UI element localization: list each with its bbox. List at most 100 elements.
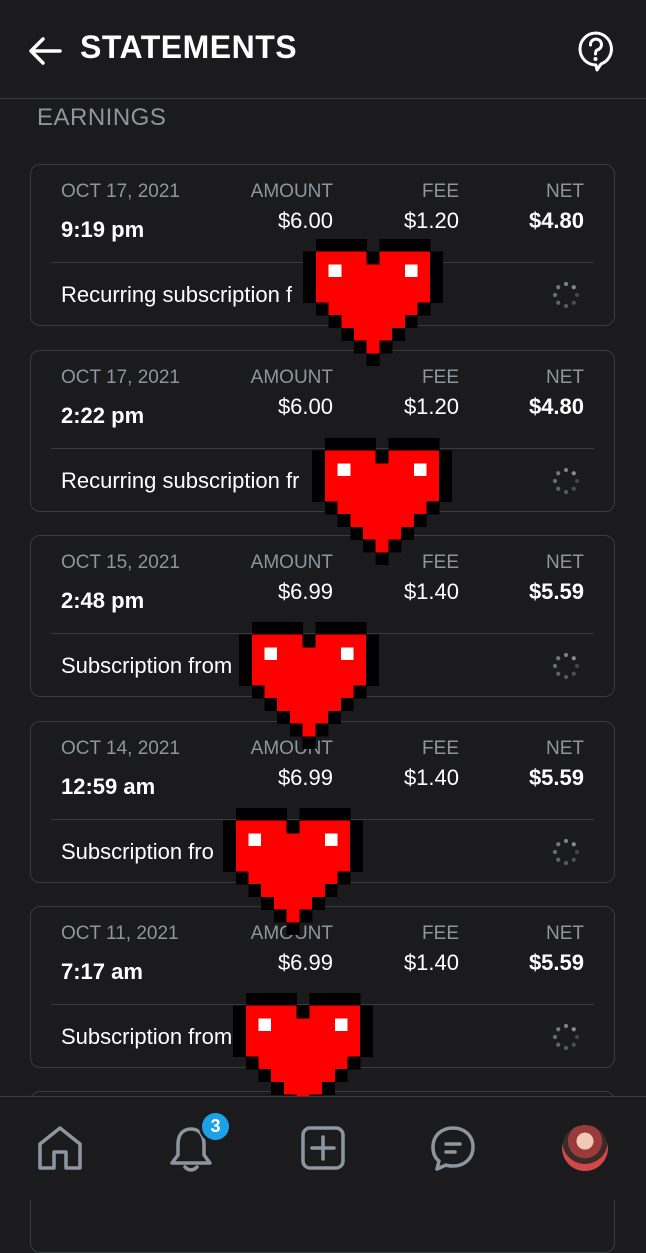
spinner-dot [556, 1027, 561, 1032]
statement-description: Subscription from [61, 653, 233, 678]
spinner-dot [552, 849, 558, 855]
spinner-dot [563, 467, 569, 473]
help-button[interactable] [576, 30, 616, 72]
spinner-dot [571, 285, 576, 290]
spinner-dot [556, 285, 561, 290]
spinner-dot [563, 303, 569, 309]
section-label-earnings: EARNINGS [37, 104, 167, 131]
spinner-dot [556, 1042, 561, 1047]
spinner-dot [571, 656, 576, 661]
fee-header: FEE [422, 367, 459, 388]
app-header: STATEMENTS [0, 0, 646, 99]
spinner-dot [552, 663, 558, 669]
net-value: $5.59 [528, 765, 584, 790]
spinner-dot [574, 1034, 580, 1040]
home-button[interactable] [35, 1123, 85, 1173]
fee-value: $1.20 [403, 208, 459, 233]
spinner-dot [556, 671, 561, 676]
create-post-button[interactable] [298, 1123, 348, 1173]
statement-time: 9:19 pm [61, 217, 145, 242]
loading-spinner-icon [552, 281, 580, 309]
home-icon [38, 1126, 82, 1170]
spinner-dot [571, 671, 576, 676]
statement-description: Subscription from [61, 1024, 233, 1049]
page-title: STATEMENTS [80, 29, 298, 65]
spinner-dot [552, 1034, 558, 1040]
fee-header: FEE [422, 738, 459, 759]
statement-date: OCT 15, 2021 [61, 552, 181, 573]
pixel-heart-sticker [239, 622, 380, 749]
spinner-dot [563, 1023, 569, 1029]
spinner-dot [574, 292, 580, 298]
profile-avatar[interactable] [562, 1125, 608, 1171]
spinner-dot [571, 1042, 576, 1047]
spinner-dot [571, 857, 576, 862]
fee-value: $1.40 [403, 765, 459, 790]
loading-spinner-icon [552, 838, 580, 866]
fee-value: $1.40 [403, 950, 459, 975]
fee-value: $1.20 [403, 394, 459, 419]
question-bubble-icon [578, 31, 613, 72]
spinner-dot [552, 292, 558, 298]
amount-value: $6.99 [277, 579, 333, 604]
fee-header: FEE [422, 181, 459, 202]
spinner-dot [563, 652, 569, 658]
spinner-dot [563, 838, 569, 844]
statement-description: Recurring subscription fr [61, 468, 300, 493]
bottom-navigation: 3 [0, 1096, 646, 1200]
spinner-dot [556, 656, 561, 661]
spinner-dot [563, 489, 569, 495]
net-value: $5.59 [528, 950, 584, 975]
statement-date: OCT 17, 2021 [61, 367, 181, 388]
back-button[interactable] [26, 32, 64, 70]
net-value: $4.80 [528, 208, 584, 233]
spinner-dot [571, 842, 576, 847]
net-header: NET [546, 181, 584, 202]
spinner-dot [563, 281, 569, 287]
spinner-dot [552, 478, 558, 484]
pixel-heart-sticker [223, 808, 364, 935]
statement-date: OCT 11, 2021 [61, 923, 179, 944]
spinner-dot [556, 300, 561, 305]
plus-square-icon [301, 1126, 345, 1170]
fee-value: $1.40 [403, 579, 459, 604]
statement-time: 12:59 am [61, 774, 156, 799]
spinner-dot [556, 857, 561, 862]
amount-header: AMOUNT [250, 367, 333, 388]
messages-button[interactable] [428, 1123, 478, 1173]
spinner-dot [563, 860, 569, 866]
net-header: NET [546, 923, 584, 944]
statement-description: Recurring subscription f [61, 282, 293, 307]
net-header: NET [546, 367, 584, 388]
statement-time: 2:22 pm [61, 403, 145, 428]
spinner-dot [574, 478, 580, 484]
amount-header: AMOUNT [250, 181, 333, 202]
net-header: NET [546, 738, 584, 759]
loading-spinner-icon [552, 1023, 580, 1051]
spinner-dot [574, 849, 580, 855]
net-value: $4.80 [528, 394, 584, 419]
spinner-dot [556, 486, 561, 491]
statement-time: 7:17 am [61, 959, 143, 984]
spinner-dot [571, 1027, 576, 1032]
statement-description: Subscription fro [61, 839, 214, 864]
statement-date: OCT 17, 2021 [61, 181, 181, 202]
fee-header: FEE [422, 923, 459, 944]
pixel-heart-sticker [312, 438, 453, 565]
spinner-dot [563, 1045, 569, 1051]
net-header: NET [546, 552, 584, 573]
spinner-dot [571, 300, 576, 305]
spinner-dot [563, 674, 569, 680]
amount-value: $6.99 [277, 765, 333, 790]
net-value: $5.59 [528, 579, 584, 604]
amount-value: $6.00 [277, 208, 333, 233]
amount-value: $6.00 [277, 394, 333, 419]
spinner-dot [571, 486, 576, 491]
spinner-dot [571, 471, 576, 476]
statement-date: OCT 14, 2021 [61, 738, 181, 759]
statement-time: 2:48 pm [61, 588, 145, 613]
spinner-dot [556, 842, 561, 847]
message-icon [431, 1126, 475, 1171]
arrow-left-icon [29, 37, 62, 65]
notification-badge: 3 [199, 1110, 232, 1143]
